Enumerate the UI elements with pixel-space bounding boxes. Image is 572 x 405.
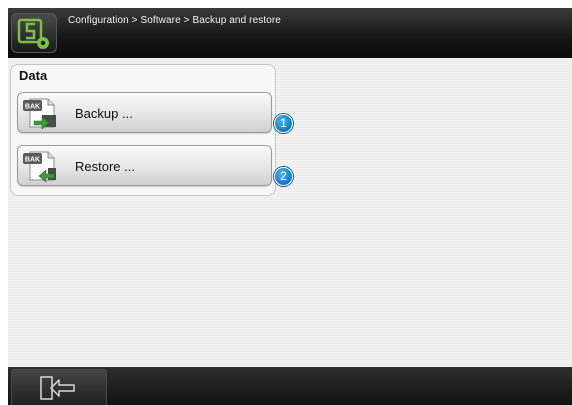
restore-button[interactable]: BAK Restore ...	[17, 145, 272, 186]
step-badge-2: 2	[274, 167, 293, 186]
app-window: Configuration > Software > Backup and re…	[8, 8, 572, 405]
group-title: Data	[19, 68, 48, 83]
footer-bar	[8, 367, 572, 405]
content-area: Data BAK Backup ... BAK Restore ... 1 2	[8, 58, 572, 367]
data-group: Data BAK Backup ... BAK Restore ...	[10, 64, 276, 196]
backup-button[interactable]: BAK Backup ...	[17, 92, 272, 133]
breadcrumb: Configuration > Software > Backup and re…	[68, 15, 281, 26]
svg-text:BAK: BAK	[25, 104, 40, 111]
header-bar: Configuration > Software > Backup and re…	[8, 8, 572, 58]
exit-button[interactable]	[11, 369, 107, 405]
svg-text:BAK: BAK	[25, 157, 40, 164]
restore-button-label: Restore ...	[75, 159, 135, 174]
software-config-icon[interactable]	[11, 13, 57, 53]
step-badge-1: 1	[274, 114, 293, 133]
backup-file-icon: BAK	[22, 95, 60, 131]
restore-file-icon: BAK	[22, 148, 60, 184]
backup-button-label: Backup ...	[75, 106, 133, 121]
exit-icon	[38, 376, 78, 400]
